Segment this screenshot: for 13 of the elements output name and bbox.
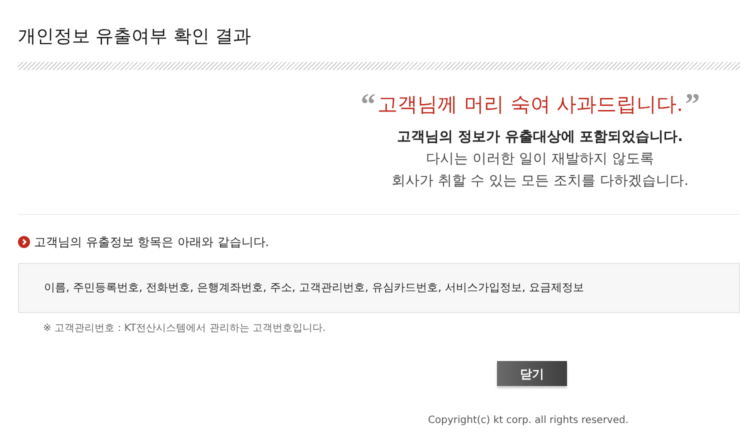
copyright-text: Copyright(c) kt corp. all rights reserved. [427,414,630,428]
apology-heading: 고객님께 머리 숙여 사과드립니다. [378,91,683,118]
chevron-bullet-icon [18,236,30,248]
leaked-items-text: 이름, 주민등록번호, 전화번호, 은행계좌번호, 주소, 고객관리번호, 유심카드번호, 서비스가입정보, 요금제정보 [44,280,584,296]
apology-text: 다시는 이러한 일이 재발하지 않도록 [425,150,655,169]
apology-text: 고객님의 정보가 유출대상에 포함되었습니다. [396,128,684,147]
section-heading: 고객님의 유출정보 항목은 아래와 같습니다. [34,234,270,251]
apology-text: 회사가 취할 수 있는 모든 조치를 다하겠습니다. [390,172,690,191]
close-quote: ” [685,90,700,120]
page-title: 개인정보 유출여부 확인 결과 [17,25,252,49]
open-quote: “ [360,90,376,120]
note-text: ※ 고객관리번호 : KT전산시스템에서 관리하는 고객번호입니다. [42,322,327,336]
close-button[interactable]: 닫기 [497,361,567,386]
